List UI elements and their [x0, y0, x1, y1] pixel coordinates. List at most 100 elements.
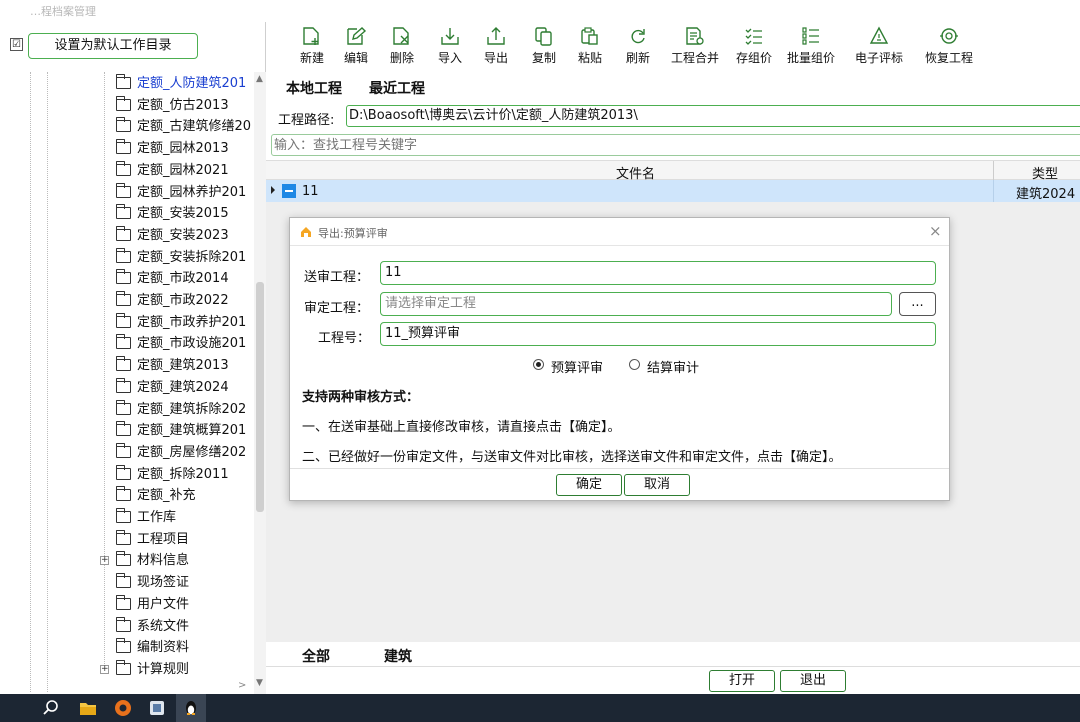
tree-item[interactable]: 定额_安装2015 — [100, 203, 254, 224]
tree-item[interactable]: 定额_园林养护201 — [100, 182, 254, 203]
scroll-right-arrow-icon[interactable]: > — [238, 680, 246, 691]
search-input[interactable] — [272, 135, 1080, 155]
app-title: …程档案管理 — [30, 5, 96, 18]
tree-item[interactable]: 定额_建筑2013 — [100, 355, 254, 376]
project-path-label: 工程路径: — [278, 113, 335, 128]
tree-scrollbar[interactable]: ▲ ▼ — [254, 72, 266, 694]
tree-item[interactable]: 定额_人防建筑201 — [100, 73, 254, 94]
radio-budget-review[interactable] — [533, 359, 544, 370]
expand-icon[interactable]: + — [100, 664, 109, 674]
tree-item[interactable]: 定额_建筑2024 — [100, 377, 254, 398]
tree-item[interactable]: 定额_仿古2013 — [100, 95, 254, 116]
tree-item[interactable]: 定额_古建筑修缮20 — [100, 116, 254, 137]
app-window-icon[interactable] — [148, 699, 166, 717]
set-default-checkbox[interactable]: ☑ — [10, 38, 23, 51]
row-collapse-icon[interactable] — [282, 184, 296, 198]
file-explorer-icon[interactable] — [79, 699, 97, 717]
save-price-icon — [745, 28, 762, 45]
batch-price-icon — [802, 27, 819, 45]
toolbar-delete-button[interactable]: 删除 — [386, 26, 418, 70]
tree-item[interactable]: 定额_拆除2011 — [100, 464, 254, 485]
close-icon[interactable]: × — [929, 222, 942, 240]
tree-item[interactable]: 工作库 — [100, 507, 254, 528]
folder-icon — [116, 616, 131, 632]
tab-local-projects[interactable]: 本地工程 — [286, 78, 342, 98]
toolbar-label: 存组价 — [735, 51, 772, 65]
submitted-project-label: 送审工程： — [304, 270, 370, 285]
scroll-down-arrow-icon[interactable]: ▼ — [256, 678, 263, 688]
folder-icon — [116, 269, 131, 285]
toolbar-e-bid-button[interactable]: 电子评标 — [852, 26, 906, 70]
tab-all[interactable]: 全部 — [302, 646, 330, 666]
search-icon[interactable] — [42, 699, 60, 717]
tree-item-label: 工作库 — [137, 510, 177, 525]
column-divider[interactable] — [993, 161, 994, 181]
tree-item[interactable]: 现场签证 — [100, 572, 254, 593]
tree-item-label: 材料信息 — [137, 553, 190, 569]
tree-item[interactable]: 定额_建筑概算201 — [100, 420, 254, 441]
qq-penguin-icon[interactable] — [182, 699, 200, 717]
tree-item[interactable]: 系统文件 — [100, 616, 254, 637]
row-filename: 11 — [302, 184, 319, 199]
browser-icon[interactable] — [114, 699, 132, 717]
project-number-field[interactable]: 11_预算评审 — [380, 322, 936, 346]
toolbar-restore-button[interactable]: 恢复工程 — [922, 26, 976, 70]
tree-item[interactable]: 定额_园林2021 — [100, 160, 254, 181]
folder-icon — [116, 95, 131, 111]
tree-item-label: 定额_建筑概算201 — [137, 423, 247, 439]
tree-item[interactable]: 定额_市政2014 — [100, 268, 254, 289]
exit-button[interactable]: 退出 — [780, 670, 846, 692]
tree-item[interactable]: 定额_园林2013 — [100, 138, 254, 159]
tree-item[interactable]: 定额_市政设施201 — [100, 333, 254, 354]
dialog-title-bar[interactable]: 导出:预算评审 × — [290, 218, 949, 246]
browse-button[interactable]: ... — [899, 292, 936, 316]
tree-item[interactable]: 用户文件 — [100, 594, 254, 615]
radio-settlement-audit-label[interactable]: 结算审计 — [647, 357, 699, 376]
toolbar-label: 导出 — [483, 51, 508, 65]
tree-item-label: 定额_园林养护201 — [137, 184, 247, 200]
tree-item[interactable]: 定额_安装2023 — [100, 225, 254, 246]
tree-item[interactable]: 定额_建筑拆除202 — [100, 399, 254, 420]
scrollbar-thumb[interactable] — [256, 282, 264, 512]
set-default-dir-button[interactable]: 设置为默认工作目录 — [28, 33, 198, 59]
toolbar-import-button[interactable]: 导入 — [434, 26, 466, 70]
toolbar-export-button[interactable]: 导出 — [480, 26, 512, 70]
tab-recent-projects[interactable]: 最近工程 — [369, 78, 425, 98]
tree-item[interactable]: + 材料信息 — [100, 550, 254, 571]
toolbar-copy-button[interactable]: 复制 — [528, 26, 560, 70]
toolbar-label: 新建 — [299, 51, 324, 65]
radio-settlement-audit[interactable] — [629, 359, 640, 370]
ok-button[interactable]: 确定 — [556, 474, 622, 496]
toolbar-edit-button[interactable]: 编辑 — [340, 26, 372, 70]
tree-item[interactable]: + 计算规则 — [100, 659, 254, 680]
tab-building[interactable]: 建筑 — [384, 646, 412, 666]
toolbar-refresh-button[interactable]: 刷新 — [622, 26, 654, 70]
tree-item[interactable]: 定额_补充 — [100, 485, 254, 506]
tree-item[interactable]: 定额_房屋修缮202 — [100, 442, 254, 463]
project-path-field[interactable]: D:\Boaosoft\博奥云\云计价\定额_人防建筑2013\ — [346, 105, 1080, 127]
radio-budget-review-label[interactable]: 预算评审 — [551, 357, 603, 376]
expand-icon[interactable]: + — [100, 556, 109, 566]
tree-item[interactable]: 编制资料 — [100, 637, 254, 658]
tree-item[interactable]: 定额_安装拆除201 — [100, 247, 254, 268]
toolbar-new-button[interactable]: 新建 — [296, 26, 328, 70]
toolbar-save-price-button[interactable]: 存组价 — [734, 26, 774, 70]
tree-item-label: 定额_市政养护201 — [137, 314, 247, 330]
table-row[interactable]: 11 建筑2024 — [266, 180, 1080, 202]
tree-item-label: 定额_市政设施201 — [137, 336, 247, 352]
search-box[interactable] — [271, 134, 1080, 156]
toolbar-merge-button[interactable]: 工程合并 — [668, 26, 722, 70]
review-mode-2: 二、已经做好一份审定文件，与送审文件对比审核，选择送审文件和审定文件，点击【确定… — [302, 450, 842, 465]
cancel-button[interactable]: 取消 — [624, 474, 690, 496]
toolbar-batch-price-button[interactable]: 批量组价 — [784, 26, 838, 70]
open-button[interactable]: 打开 — [709, 670, 775, 692]
reviewed-project-field[interactable]: 请选择审定工程 — [380, 292, 892, 316]
tree-item[interactable]: 定额_市政2022 — [100, 290, 254, 311]
folder-icon — [116, 442, 131, 458]
tree-item[interactable]: 工程项目 — [100, 529, 254, 550]
folder-icon — [116, 551, 131, 567]
tree-item[interactable]: 定额_市政养护201 — [100, 312, 254, 333]
toolbar-paste-button[interactable]: 粘贴 — [574, 26, 606, 70]
scroll-up-arrow-icon[interactable]: ▲ — [256, 74, 263, 84]
submitted-project-field[interactable]: 11 — [380, 261, 936, 285]
